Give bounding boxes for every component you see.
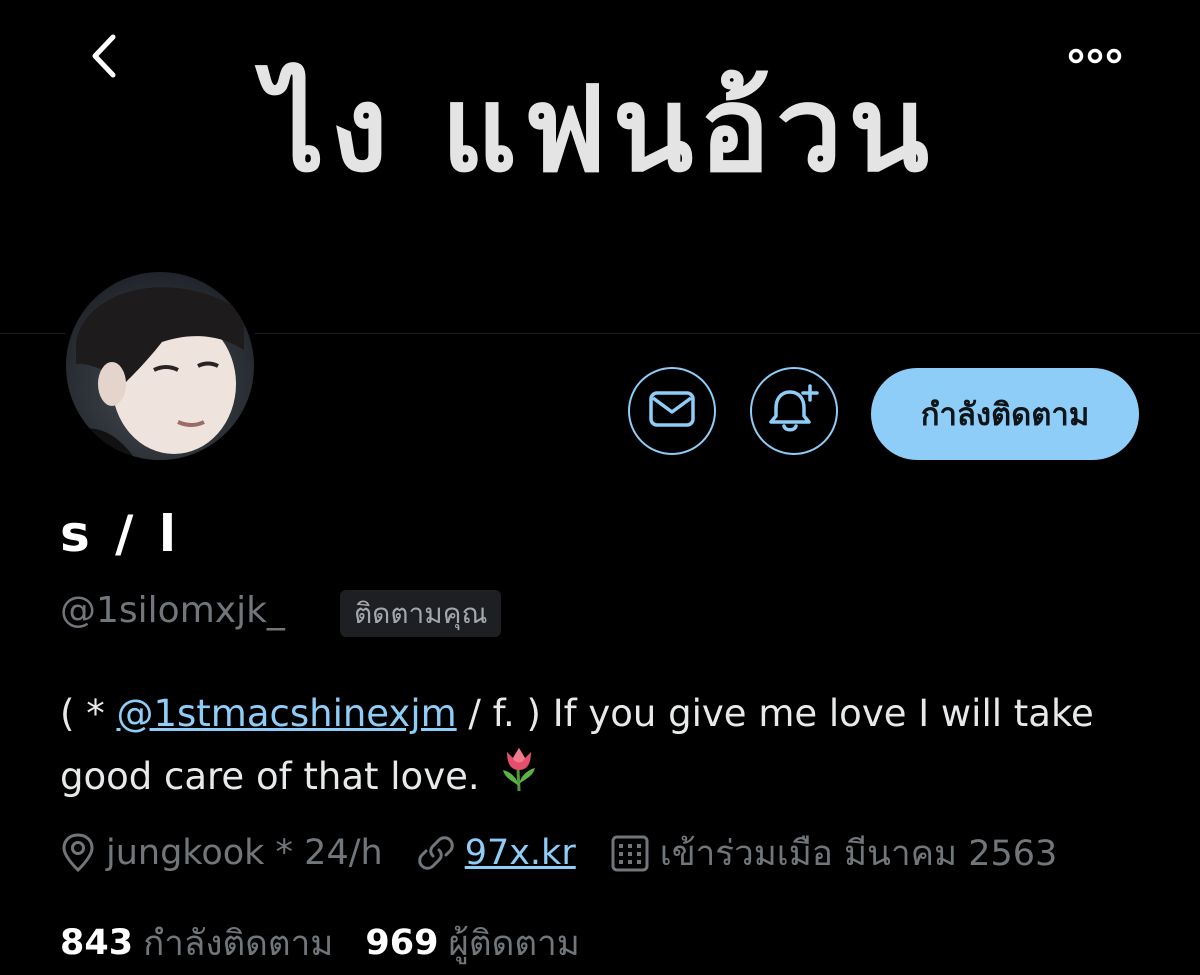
more-options-button[interactable] [1060, 38, 1130, 78]
chevron-left-icon [89, 33, 119, 83]
bell-plus-icon [768, 384, 820, 438]
bio-mention-link[interactable]: @1stmacshinexjm [116, 692, 456, 735]
profile-avatar[interactable] [60, 266, 260, 466]
message-button[interactable] [628, 367, 716, 455]
banner-title: ไง แฟนอ้วน [264, 59, 936, 198]
following-label: กำลังติดตาม [143, 923, 334, 964]
follow-counts: 843 กำลังติดตาม 969 ผู้ติดตาม [60, 915, 580, 971]
location-text: jungkook * 24/h [106, 833, 383, 873]
link-icon [417, 834, 455, 872]
followers-count-link[interactable]: 969 ผู้ติดตาม [365, 916, 579, 971]
envelope-icon [649, 391, 695, 431]
ellipsis-icon [1068, 48, 1122, 68]
website-item: 97x.kr [417, 833, 576, 873]
notify-button[interactable] [750, 367, 838, 455]
following-button[interactable]: กำลังติดตาม [871, 368, 1139, 460]
profile-meta: jungkook * 24/h 97x.kr เข้าร่วมเมือ มีนา… [60, 826, 1057, 880]
calendar-icon [610, 833, 650, 873]
display-name: s / l [60, 505, 180, 563]
following-count: 843 [60, 923, 134, 963]
website-link[interactable]: 97x.kr [465, 833, 576, 873]
joined-date-text: เข้าร่วมเมือ มีนาคม 2563 [659, 833, 1058, 874]
location-item: jungkook * 24/h [60, 833, 383, 873]
follows-you-badge: ติดตามคุณ [340, 590, 502, 637]
profile-bio: ( * @1stmacshinexjm / f. ) If you give m… [60, 682, 1150, 811]
bio-prefix: ( * [60, 692, 117, 735]
tulip-icon [499, 746, 539, 811]
location-pin-icon [60, 833, 96, 873]
following-count-link[interactable]: 843 กำลังติดตาม [60, 916, 333, 971]
followers-count: 969 [365, 923, 439, 963]
back-button[interactable] [80, 30, 128, 86]
joined-item: เข้าร่วมเมือ มีนาคม 2563 [610, 826, 1058, 881]
followers-label: ผู้ติดตาม [448, 923, 580, 964]
user-handle: @1silomxjk_ [60, 590, 285, 631]
